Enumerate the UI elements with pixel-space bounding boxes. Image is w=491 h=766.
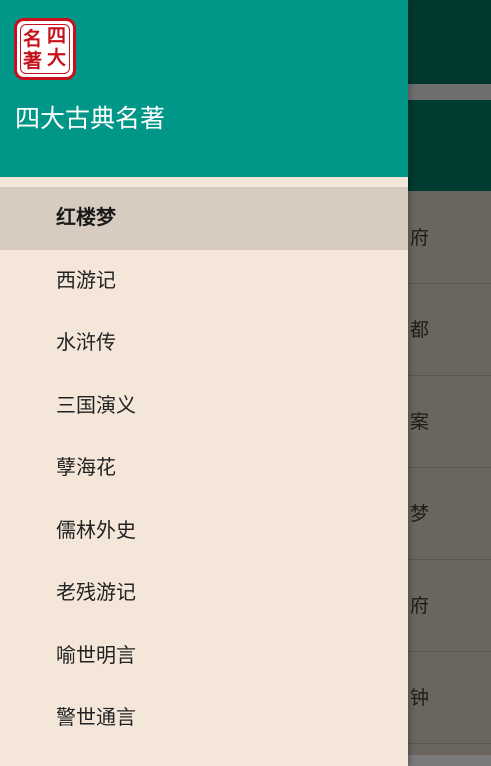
menu-item-xiyouji[interactable]: 西游记 [0, 250, 408, 313]
menu-item-label: 老残游记 [56, 580, 136, 604]
menu-item-honglou[interactable]: 红楼梦 [0, 187, 408, 250]
menu-item-label: 孽海花 [56, 455, 116, 479]
drawer-title: 四大古典名著 [15, 104, 166, 133]
app-logo: 名 四 著 大 [14, 18, 76, 80]
menu-item-rulin[interactable]: 儒林外史 [0, 500, 408, 563]
background-row-label: 府 [410, 227, 430, 249]
menu-item-label: 西游记 [56, 267, 116, 292]
background-row-label: 案 [410, 411, 430, 433]
logo-char: 四 [47, 25, 67, 47]
drawer-header: 名 四 著 大 四大古典名著 [0, 0, 408, 177]
menu-item-shuihu[interactable]: 水浒传 [0, 312, 408, 375]
menu-item-label: 儒林外史 [56, 517, 136, 542]
logo-char: 著 [23, 50, 43, 72]
menu-item-laocan[interactable]: 老残游记 [0, 562, 408, 625]
background-row-label: 都 [410, 319, 430, 341]
drawer-menu: 红楼梦 西游记 水浒传 三国演义 孽海花 儒林外史 老残游记 喻世明言 警世通言 [0, 187, 408, 750]
logo-char: 名 [23, 28, 43, 50]
menu-item-label: 警世通言 [56, 705, 136, 729]
menu-item-label: 喻世明言 [56, 642, 136, 667]
background-row-label: 府 [410, 595, 430, 617]
menu-item-yushi[interactable]: 喻世明言 [0, 625, 408, 688]
menu-item-label: 三国演义 [56, 392, 136, 417]
menu-item-jingshi[interactable]: 警世通言 [0, 687, 408, 750]
background-row-label: 钟 [410, 687, 430, 709]
menu-item-label: 红楼梦 [56, 205, 116, 229]
navigation-drawer: 名 四 著 大 四大古典名著 红楼梦 西游记 水浒传 三国演义 孽海花 儒林外史… [0, 0, 408, 766]
menu-item-sanguo[interactable]: 三国演义 [0, 375, 408, 438]
menu-item-niehaihua[interactable]: 孽海花 [0, 437, 408, 500]
background-row-label: 梦 [410, 503, 430, 525]
logo-char: 大 [47, 47, 67, 69]
menu-item-label: 水浒传 [56, 330, 116, 354]
